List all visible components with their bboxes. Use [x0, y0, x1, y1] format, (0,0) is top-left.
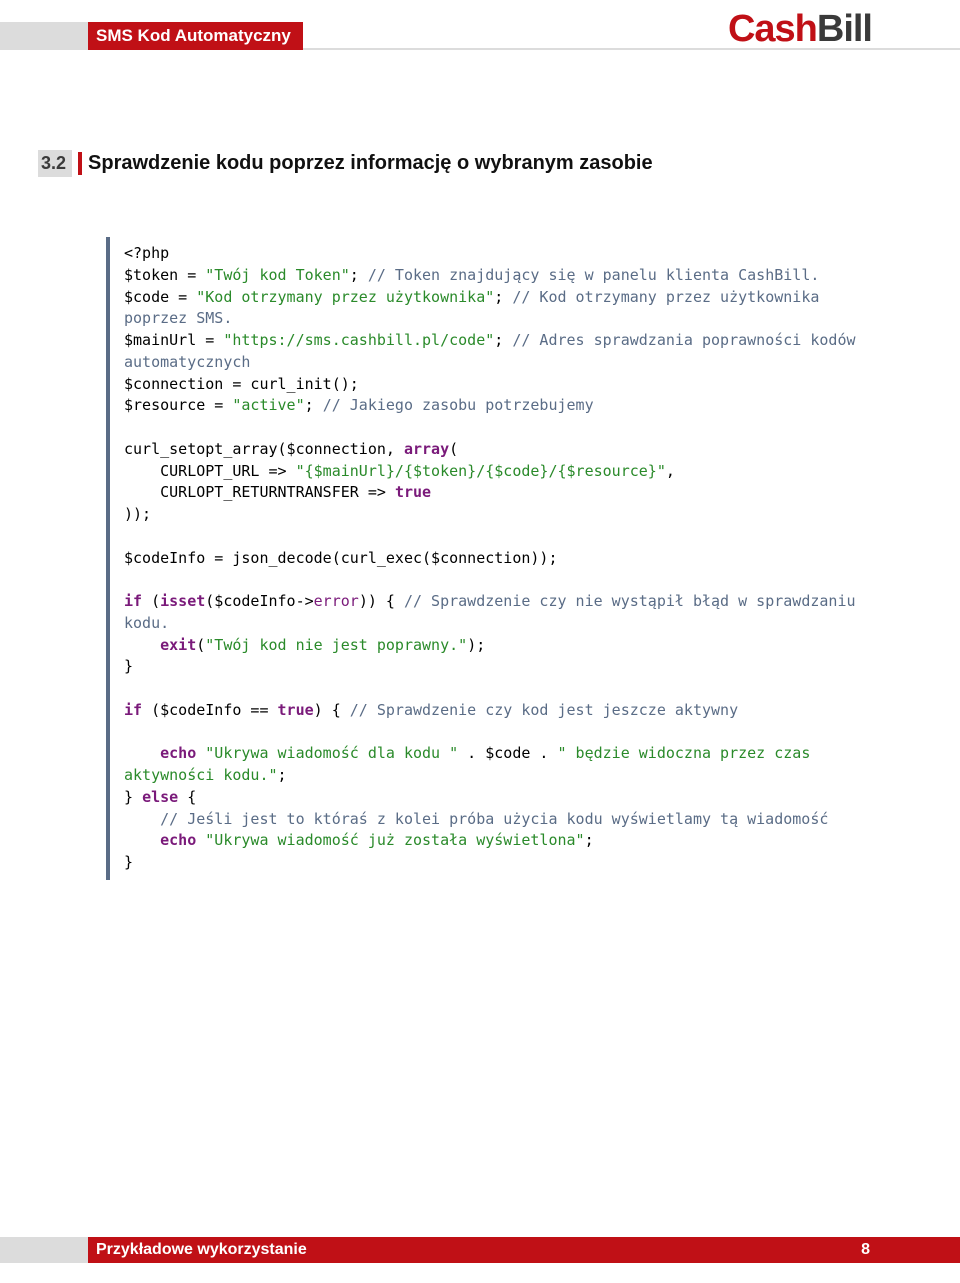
code-token: error — [314, 592, 359, 610]
code-token: ) { — [314, 701, 350, 719]
code-token: echo — [160, 831, 196, 849]
code-token: "{$mainUrl}/{$token}/{$code}/{$resource}… — [296, 462, 666, 480]
section-title: Sprawdzenie kodu poprzez informację o wy… — [88, 152, 653, 175]
code-token: true — [395, 483, 431, 501]
code-token: ( — [449, 440, 458, 458]
code-token: ($codeInfo == — [142, 701, 277, 719]
logo-part-bill: Bill — [817, 8, 872, 50]
code-token: } — [124, 657, 133, 675]
code-token: ; — [278, 766, 287, 784]
footer-bar: Przykładowe wykorzystanie 8 — [88, 1237, 960, 1263]
code-token: "Twój kod nie jest poprawny." — [205, 636, 467, 654]
code-token: ); — [467, 636, 485, 654]
code-token: ; — [585, 831, 594, 849]
code-token: CURLOPT_RETURNTRANSFER => — [124, 483, 395, 501]
code-token: // Token znajdujący się w panelu klienta… — [368, 266, 820, 284]
section-title-wrap: Sprawdzenie kodu poprzez informację o wy… — [78, 152, 653, 175]
section-heading: 3.2 Sprawdzenie kodu poprzez informację … — [38, 150, 872, 177]
code-token: true — [278, 701, 314, 719]
code-token: ; — [494, 331, 512, 349]
logo: CashBill — [728, 8, 872, 51]
logo-part-cash: Cash — [728, 8, 817, 50]
code-token: // Jakiego zasobu potrzebujemy — [323, 396, 594, 414]
code-token: )) { — [359, 592, 404, 610]
section-number: 3.2 — [38, 150, 72, 177]
page-footer: Przykładowe wykorzystanie 8 — [0, 1237, 960, 1263]
code-token: curl_setopt_array($connection, — [124, 440, 404, 458]
code-token: ; — [350, 266, 368, 284]
code-token: <?php — [124, 244, 169, 262]
code-token — [124, 744, 160, 762]
code-token: // Jeśli jest to któraś z kolei próba uż… — [160, 810, 828, 828]
code-token: "Twój kod Token" — [205, 266, 350, 284]
footer-left-accent — [0, 1237, 88, 1263]
code-token: { — [178, 788, 196, 806]
code-token: // Sprawdzenie czy kod jest jeszcze akty… — [350, 701, 738, 719]
code-token: $code = — [124, 288, 196, 306]
code-token: $connection = curl_init(); — [124, 375, 359, 393]
code-token: array — [404, 440, 449, 458]
code-token: exit — [160, 636, 196, 654]
code-block: <?php $token = "Twój kod Token"; // Toke… — [106, 237, 872, 880]
code-token: ($codeInfo-> — [205, 592, 313, 610]
code-token — [124, 636, 160, 654]
page-header: SMS Kod Automatyczny CashBill — [0, 0, 960, 60]
code-token: "Ukrywa wiadomość dla kodu " — [205, 744, 458, 762]
code-token: $codeInfo = json_decode(curl_exec($conne… — [124, 549, 557, 567]
code-token: CURLOPT_URL => — [124, 462, 296, 480]
code-token: } — [124, 853, 133, 871]
code-token: ( — [196, 636, 205, 654]
code-token: "Kod otrzymany przez użytkownika" — [196, 288, 494, 306]
code-token: ; — [305, 396, 323, 414]
code-token: } — [124, 788, 142, 806]
code-token — [196, 744, 205, 762]
page-content: 3.2 Sprawdzenie kodu poprzez informację … — [0, 60, 960, 880]
code-token: ; — [494, 288, 512, 306]
code-token: echo — [160, 744, 196, 762]
code-token: if — [124, 701, 142, 719]
code-token: $resource = — [124, 396, 232, 414]
code-token: "active" — [232, 396, 304, 414]
footer-label: Przykładowe wykorzystanie — [96, 1241, 307, 1259]
doc-title: SMS Kod Automatyczny — [88, 22, 303, 50]
code-token — [124, 810, 160, 828]
code-token: "Ukrywa wiadomość już została wyświetlon… — [205, 831, 584, 849]
page-number: 8 — [861, 1241, 870, 1259]
code-token — [196, 831, 205, 849]
code-token: if — [124, 592, 142, 610]
code-token: ( — [142, 592, 160, 610]
code-token: $token = — [124, 266, 205, 284]
code-token — [124, 831, 160, 849]
code-token: . $code . — [458, 744, 557, 762]
code-token: isset — [160, 592, 205, 610]
code-token: )); — [124, 505, 151, 523]
code-token: "https://sms.cashbill.pl/code" — [223, 331, 494, 349]
code-token: $mainUrl = — [124, 331, 223, 349]
code-token: , — [666, 462, 675, 480]
header-left-accent — [0, 22, 88, 50]
code-token: else — [142, 788, 178, 806]
